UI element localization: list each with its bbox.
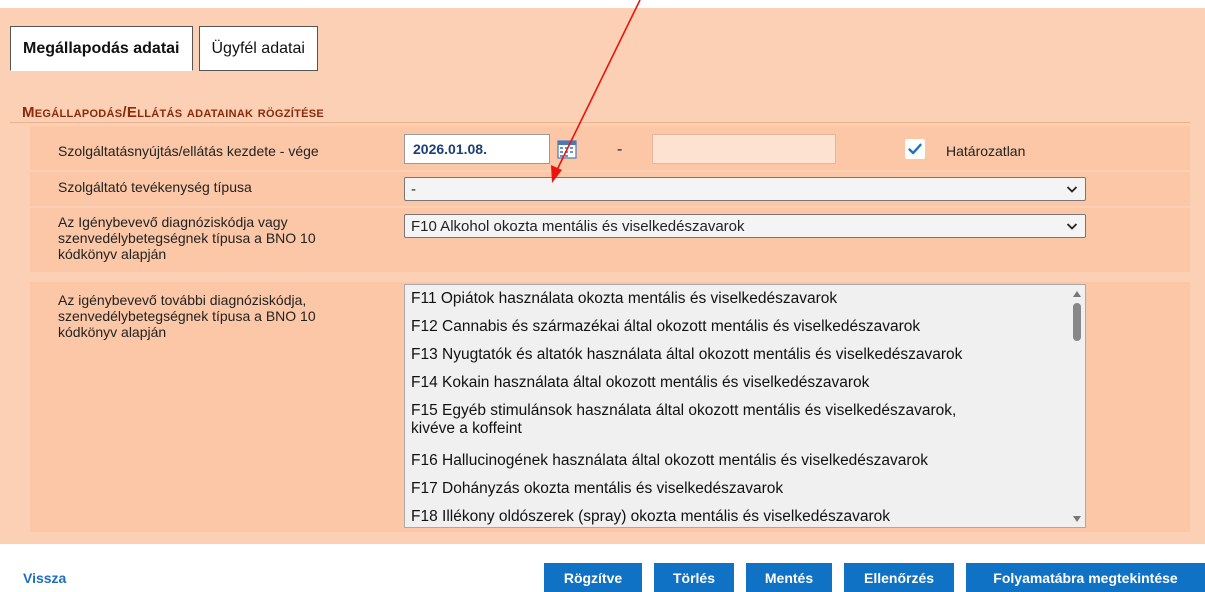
- chevron-down-icon: [1066, 223, 1078, 230]
- list-option-text: F13 Nyugtatók és altatók használata álta…: [411, 346, 963, 363]
- additional-diagnosis-label-line: szenvedélybetegségnek típusa a BNO 10: [58, 308, 316, 324]
- list-option-text: F18 Illékony oldószerek (spray) okozta m…: [411, 508, 890, 525]
- recorded-button[interactable]: Rögzítve: [544, 563, 642, 592]
- diagnosis-label-line: szenvedélybetegségnek típusa a BNO 10: [58, 230, 316, 246]
- list-option[interactable]: F17 Dohányzás okozta mentális és viselke…: [405, 480, 789, 498]
- date-separator: -: [617, 141, 623, 158]
- list-option[interactable]: F18 Illékony oldószerek (spray) okozta m…: [405, 508, 896, 526]
- additional-diagnosis-label-line: Az igénybevevő további diagnóziskódja,: [58, 292, 307, 308]
- list-option[interactable]: F16 Hallucinogének használata által okoz…: [405, 452, 934, 470]
- list-option-text: F14 Kokain használata által okozott ment…: [411, 374, 870, 391]
- additional-diagnosis-label-line: kódkönyv alapján: [58, 324, 167, 340]
- check-button[interactable]: Ellenőrzés: [844, 563, 954, 592]
- scroll-thumb[interactable]: [1073, 303, 1081, 341]
- back-link[interactable]: Vissza: [23, 570, 66, 586]
- chevron-down-icon: [1066, 186, 1078, 193]
- service-period-label: Szolgáltatásnyújtás/ellátás kezdete - vé…: [58, 143, 319, 159]
- delete-button[interactable]: Törlés: [654, 563, 734, 592]
- list-option-text: F11 Opiátok használata okozta mentális é…: [411, 290, 838, 307]
- list-option[interactable]: F12 Cannabis és származékai által okozot…: [405, 318, 926, 336]
- scroll-down-icon[interactable]: [1072, 515, 1082, 523]
- diagnosis-value: F10 Alkohol okozta mentális és viselkedé…: [411, 217, 745, 235]
- diagnosis-label: Az Igénybevevő diagnóziskódja vagy szenv…: [58, 214, 316, 262]
- list-option-text: kivéve a koffeint: [411, 420, 522, 437]
- list-option[interactable]: F15 Egyéb stimulánsok használata által o…: [405, 402, 962, 438]
- save-button[interactable]: Mentés: [746, 563, 832, 592]
- additional-diagnosis-listbox[interactable]: F11 Opiátok használata okozta mentális é…: [404, 284, 1086, 528]
- listbox-scrollbar[interactable]: [1069, 285, 1085, 527]
- scroll-up-icon[interactable]: [1072, 290, 1082, 298]
- additional-diagnosis-label: Az igénybevevő további diagnóziskódja, s…: [58, 292, 316, 340]
- list-option-text: F12 Cannabis és származékai által okozot…: [411, 318, 921, 335]
- tab-agreement-data[interactable]: Megállapodás adatai: [10, 26, 193, 71]
- top-strip: [0, 0, 1205, 8]
- diagnosis-label-line: kódkönyv alapján: [58, 246, 167, 262]
- list-option-text: F17 Dohányzás okozta mentális és viselke…: [411, 480, 784, 497]
- tab-client-data-label: Ügyfél adatai: [211, 39, 305, 57]
- activity-type-select[interactable]: -: [404, 177, 1086, 201]
- tab-bar: Megállapodás adatai Ügyfél adatai: [10, 26, 318, 71]
- section-divider: [10, 122, 1190, 123]
- start-date-input[interactable]: 2026.01.08.: [404, 134, 550, 164]
- end-date-input[interactable]: [652, 134, 836, 164]
- activity-type-value: -: [411, 180, 416, 198]
- list-option[interactable]: F11 Opiátok használata okozta mentális é…: [405, 290, 843, 308]
- checkmark-icon: [908, 143, 922, 155]
- calendar-icon[interactable]: [557, 139, 577, 159]
- indefinite-checkbox[interactable]: [905, 139, 925, 159]
- list-option[interactable]: F14 Kokain használata által okozott ment…: [405, 374, 875, 392]
- indefinite-label: Határozatlan: [946, 143, 1026, 159]
- list-option[interactable]: F13 Nyugtatók és altatók használata álta…: [405, 346, 968, 364]
- activity-type-label: Szolgáltató tevékenység típusa: [58, 179, 252, 195]
- tab-agreement-data-label: Megállapodás adatai: [23, 39, 180, 57]
- diagnosis-label-line: Az Igénybevevő diagnóziskódja vagy: [58, 214, 288, 230]
- diagnosis-select[interactable]: F10 Alkohol okozta mentális és viselkedé…: [404, 214, 1086, 238]
- tab-client-data[interactable]: Ügyfél adatai: [198, 26, 318, 71]
- section-title: Megállapodás/Ellátás adatainak rögzítése: [22, 104, 325, 121]
- list-option-text: F15 Egyéb stimulánsok használata által o…: [411, 402, 957, 419]
- view-flowchart-button[interactable]: Folyamatábra megtekintése: [966, 563, 1205, 592]
- list-option-text: F16 Hallucinogének használata által okoz…: [411, 452, 928, 469]
